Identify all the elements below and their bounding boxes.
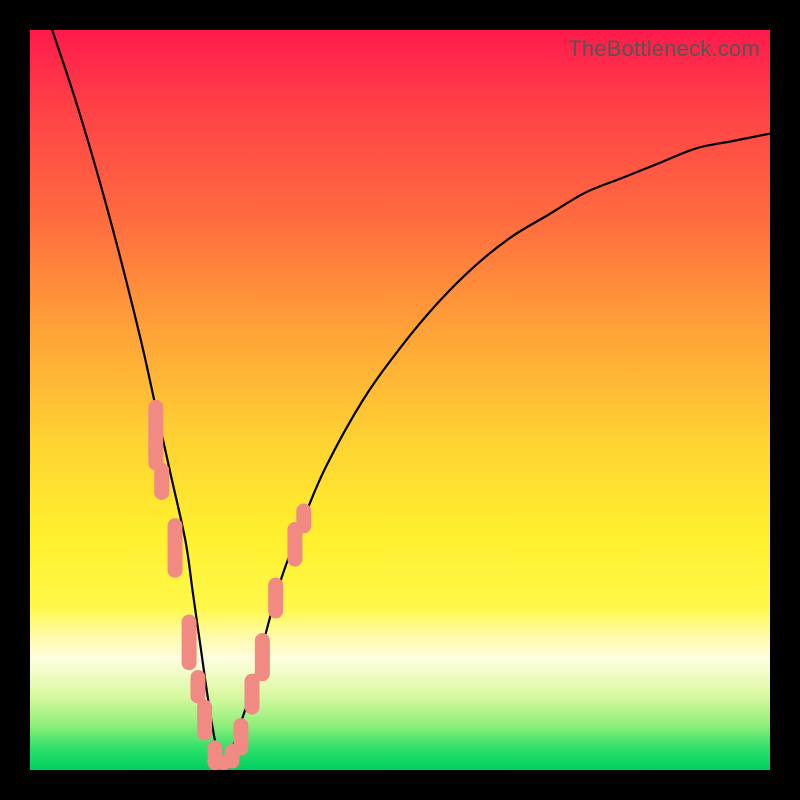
curve-marker [182, 615, 197, 671]
curve-markers [148, 400, 311, 770]
bottleneck-curve [52, 30, 770, 763]
plot-area: TheBottleneck.com [30, 30, 770, 770]
curve-marker [197, 700, 212, 741]
curve-marker [255, 633, 270, 681]
curve-marker [168, 518, 183, 577]
curve-marker [154, 463, 169, 500]
curve-marker [245, 674, 260, 715]
curve-svg [30, 30, 770, 770]
curve-marker [233, 718, 248, 755]
curve-marker [190, 670, 205, 704]
curve-marker [148, 400, 163, 471]
curve-marker [296, 504, 311, 534]
chart-frame: TheBottleneck.com [0, 0, 800, 800]
curve-marker [268, 578, 283, 619]
